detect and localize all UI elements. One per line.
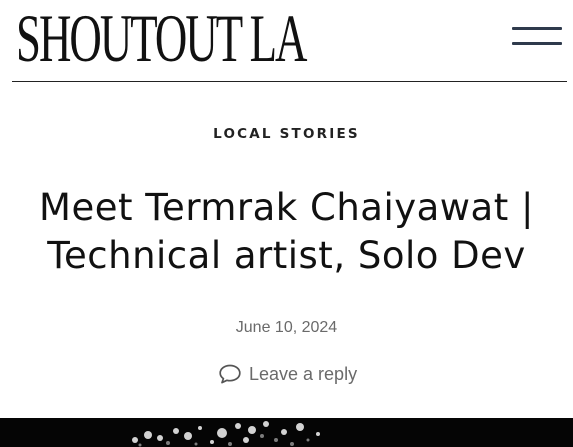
site-header: SHOUTOUT LA <box>0 0 573 84</box>
comment-bubble-icon <box>218 363 242 385</box>
menu-bar <box>512 42 562 45</box>
category-link[interactable]: LOCAL STORIES <box>0 126 573 142</box>
article-title-line-1: Meet Termrak Chaiyawat | <box>39 186 534 229</box>
header-divider <box>12 81 567 82</box>
site-logo[interactable]: SHOUTOUT LA <box>16 2 307 74</box>
leave-reply-link[interactable]: Leave a reply <box>218 362 357 386</box>
publish-date: June 10, 2024 <box>235 319 338 336</box>
featured-image-foliage <box>132 421 320 447</box>
article-title: Meet Termrak Chaiyawat | Technical artis… <box>20 184 553 280</box>
leave-reply-label: Leave a reply <box>249 363 358 384</box>
featured-image <box>0 418 573 447</box>
hamburger-menu-icon[interactable] <box>512 24 562 54</box>
article-title-line-2: Technical artist, Solo Dev <box>47 234 526 277</box>
menu-bar <box>512 27 562 30</box>
